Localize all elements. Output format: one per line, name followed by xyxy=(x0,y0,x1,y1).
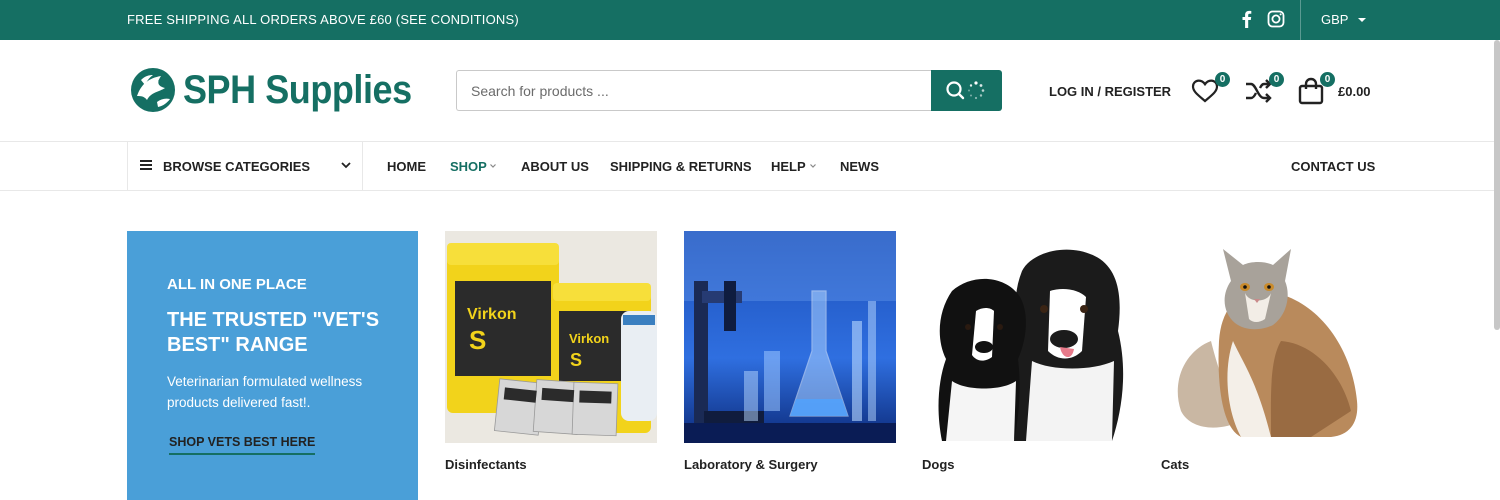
nav-shipping-returns[interactable]: SHIPPING & RETURNS xyxy=(610,159,752,174)
lab-glassware-image[interactable] xyxy=(684,231,896,443)
long-haired-cat-image[interactable] xyxy=(1161,231,1373,443)
category-name[interactable]: Cats xyxy=(1161,457,1189,472)
search-button[interactable] xyxy=(931,70,1002,111)
main-navigation: BROWSE CATEGORIES HOME SHOP ABOUT US SHI… xyxy=(0,142,1500,191)
logo-text[interactable]: SPH Supplies xyxy=(183,68,412,112)
promo-description: Veterinarian formulated wellness product… xyxy=(167,374,363,410)
nav-home[interactable]: HOME xyxy=(387,159,426,174)
chevron-down-icon xyxy=(341,162,351,169)
facebook-icon[interactable] xyxy=(1237,9,1257,29)
cart-count-badge: 0 xyxy=(1320,72,1335,87)
nav-news[interactable]: NEWS xyxy=(840,159,879,174)
topbar-divider xyxy=(1300,0,1301,40)
nav-shop[interactable]: SHOP xyxy=(450,159,487,174)
menu-icon xyxy=(140,160,152,170)
chevron-down-icon[interactable] xyxy=(809,162,817,170)
site-header: SPH Supplies LOG IN / REGISTER 0 xyxy=(0,40,1500,142)
top-bar: FREE SHIPPING ALL ORDERS ABOVE £60 (SEE … xyxy=(0,0,1500,40)
shop-vets-best-link[interactable]: SHOP VETS BEST HERE xyxy=(169,435,316,455)
category-name[interactable]: Dogs xyxy=(922,457,955,472)
nav-help[interactable]: HELP xyxy=(771,159,806,174)
search-form xyxy=(456,70,1002,111)
free-shipping-link[interactable]: FREE SHIPPING ALL ORDERS ABOVE £60 (SEE … xyxy=(127,12,519,27)
search-input[interactable] xyxy=(456,70,934,111)
browse-categories-button[interactable]: BROWSE CATEGORIES xyxy=(127,142,363,191)
nav-contact-us[interactable]: CONTACT US xyxy=(1291,159,1375,174)
cart-total[interactable]: £0.00 xyxy=(1338,84,1371,99)
logo-icon[interactable] xyxy=(127,66,179,114)
category-name[interactable]: Laboratory & Surgery xyxy=(684,457,818,472)
disinfectant-products-image[interactable]: Virkon S Virkon S xyxy=(445,231,657,443)
page-scrollbar[interactable] xyxy=(1494,40,1500,330)
currency-selector[interactable]: GBP xyxy=(1321,12,1348,27)
instagram-icon[interactable] xyxy=(1266,9,1286,29)
compare-count-badge: 0 xyxy=(1269,72,1284,87)
svg-text:Virkon: Virkon xyxy=(569,331,609,346)
nav-about-us[interactable]: ABOUT US xyxy=(521,159,589,174)
search-icon xyxy=(946,81,985,100)
chevron-down-icon[interactable] xyxy=(489,162,497,170)
promo-banner: ALL IN ONE PLACE THE TRUSTED "VET'S BEST… xyxy=(127,231,418,500)
promo-heading: THE TRUSTED "VET'S BEST" RANGE xyxy=(167,309,380,356)
browse-categories-label: BROWSE CATEGORIES xyxy=(163,159,311,174)
chevron-down-icon[interactable] xyxy=(1358,18,1366,22)
promo-kicker: ALL IN ONE PLACE xyxy=(167,276,307,293)
svg-text:Virkon: Virkon xyxy=(467,306,517,323)
svg-text:S: S xyxy=(570,350,582,370)
svg-text:S: S xyxy=(469,325,486,355)
login-register-link[interactable]: LOG IN / REGISTER xyxy=(1049,84,1171,99)
category-name[interactable]: Disinfectants xyxy=(445,457,527,472)
wishlist-count-badge: 0 xyxy=(1215,72,1230,87)
border-collie-dogs-image[interactable] xyxy=(922,231,1134,443)
